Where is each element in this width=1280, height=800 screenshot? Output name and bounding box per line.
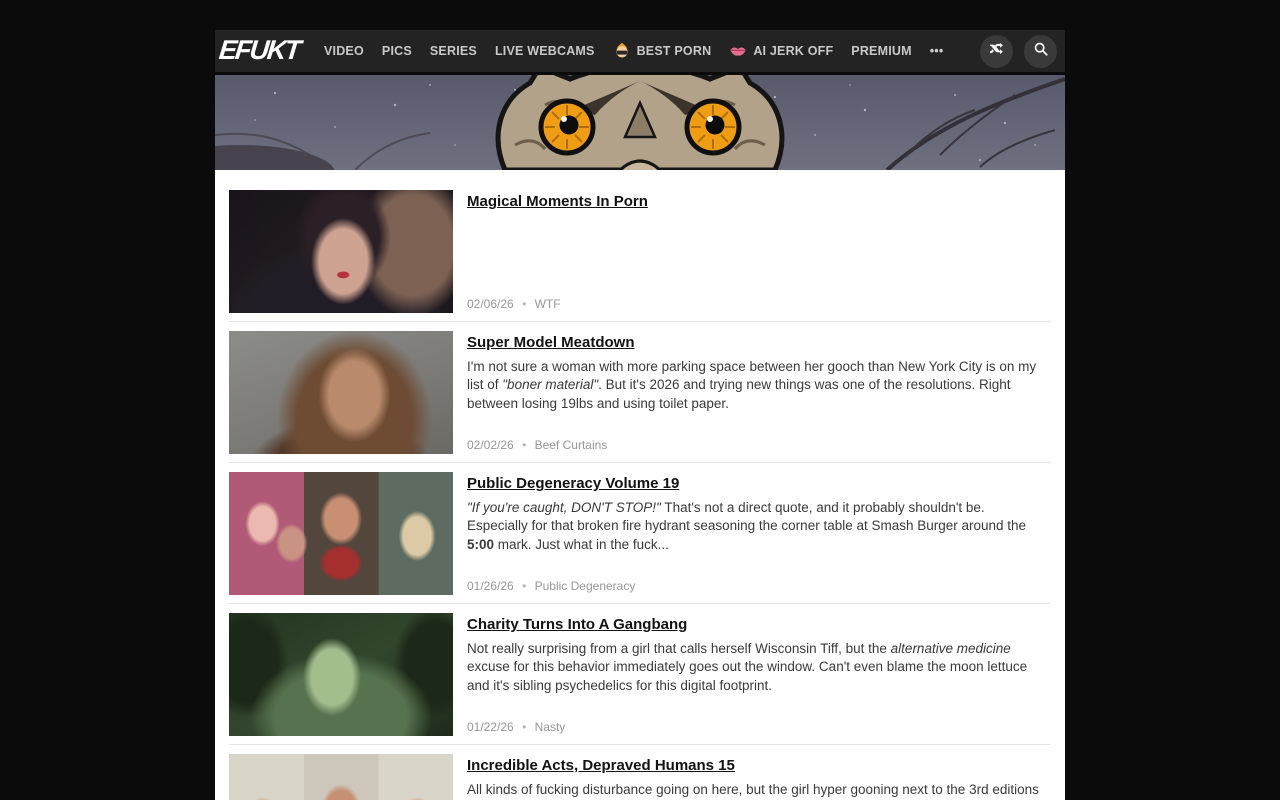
page: EFUKT VIDEO PICS SERIES LIVE WEBCAMS BES… [0,0,1280,800]
video-thumbnail[interactable] [229,472,453,595]
nav-item-video[interactable]: VIDEO [324,44,364,58]
site-logo[interactable]: EFUKT [213,35,316,68]
meta-separator: • [522,438,526,452]
lips-icon [729,42,747,60]
owl-illustration [215,75,1065,170]
video-info: Super Model Meatdown I'm not sure a woma… [453,331,1050,454]
video-info: Incredible Acts, Depraved Humans 15 All … [453,754,1050,800]
nav-item-label: PICS [382,44,412,58]
nav-item-pics[interactable]: PICS [382,44,412,58]
video-meta: 02/06/26 • WTF [467,297,1050,313]
nav-item-more[interactable]: ••• [930,44,944,58]
video-list-item: Incredible Acts, Depraved Humans 15 All … [229,754,1050,800]
video-list-item: Magical Moments In Porn 02/06/26 • WTF [229,190,1050,322]
search-button[interactable] [1024,35,1057,68]
video-description: Not really surprising from a girl that c… [467,640,1045,695]
video-category-link[interactable]: Beef Curtains [535,438,608,452]
nav-item-premium[interactable]: PREMIUM [851,44,911,58]
video-date: 01/22/26 [467,720,514,734]
nav-menu: VIDEO PICS SERIES LIVE WEBCAMS BEST PORN… [315,42,952,60]
nav-item-ai-jerk-off[interactable]: AI JERK OFF [729,42,833,60]
video-description: I'm not sure a woman with more parking s… [467,358,1045,413]
video-meta: 01/26/26 • Public Degeneracy [467,579,1050,595]
content-shell: EFUKT VIDEO PICS SERIES LIVE WEBCAMS BES… [215,30,1065,800]
video-title-link[interactable]: Magical Moments In Porn [467,193,648,210]
nav-item-label: BEST PORN [637,44,712,58]
flame-face-icon [613,42,631,60]
video-title-link[interactable]: Public Degeneracy Volume 19 [467,475,679,492]
video-description: "If you're caught, DON'T STOP!" That's n… [467,499,1045,554]
video-list-item: Charity Turns Into A Gangbang Not really… [229,613,1050,745]
video-thumbnail[interactable] [229,190,453,313]
video-date: 02/02/26 [467,438,514,452]
video-category-link[interactable]: WTF [535,297,561,311]
video-info: Magical Moments In Porn 02/06/26 • WTF [453,190,1050,313]
random-video-button[interactable] [980,35,1013,68]
meta-separator: • [522,579,526,593]
video-info: Charity Turns Into A Gangbang Not really… [453,613,1050,736]
video-date: 01/26/26 [467,579,514,593]
meta-separator: • [522,720,526,734]
nav-item-label: VIDEO [324,44,364,58]
nav-item-live-webcams[interactable]: LIVE WEBCAMS [495,44,595,58]
video-info: Public Degeneracy Volume 19 "If you're c… [453,472,1050,595]
video-meta: 02/02/26 • Beef Curtains [467,438,1050,454]
video-title-link[interactable]: Super Model Meatdown [467,334,635,351]
nav-actions [980,35,1057,68]
video-description: All kinds of fucking disturbance going o… [467,781,1045,800]
video-date: 02/06/26 [467,297,514,311]
video-thumbnail[interactable] [229,613,453,736]
nav-item-label: LIVE WEBCAMS [495,44,595,58]
meta-separator: • [522,297,526,311]
video-list-item: Super Model Meatdown I'm not sure a woma… [229,331,1050,463]
navbar: EFUKT VIDEO PICS SERIES LIVE WEBCAMS BES… [215,30,1065,72]
video-list-item: Public Degeneracy Volume 19 "If you're c… [229,472,1050,604]
search-icon [1033,41,1049,62]
nav-item-label: AI JERK OFF [753,44,833,58]
video-thumbnail[interactable] [229,754,453,800]
video-category-link[interactable]: Public Degeneracy [535,579,636,593]
video-category-link[interactable]: Nasty [535,720,566,734]
banner-image[interactable] [215,75,1065,170]
nav-item-label: ••• [930,44,944,58]
video-thumbnail[interactable] [229,331,453,454]
video-title-link[interactable]: Incredible Acts, Depraved Humans 15 [467,757,735,774]
video-list: Magical Moments In Porn 02/06/26 • WTF S… [215,170,1065,800]
shuffle-icon [988,40,1005,62]
video-meta: 01/22/26 • Nasty [467,720,1050,736]
nav-item-label: PREMIUM [851,44,911,58]
nav-item-series[interactable]: SERIES [430,44,477,58]
nav-item-label: SERIES [430,44,477,58]
video-title-link[interactable]: Charity Turns Into A Gangbang [467,616,687,633]
nav-item-best-porn[interactable]: BEST PORN [613,42,712,60]
